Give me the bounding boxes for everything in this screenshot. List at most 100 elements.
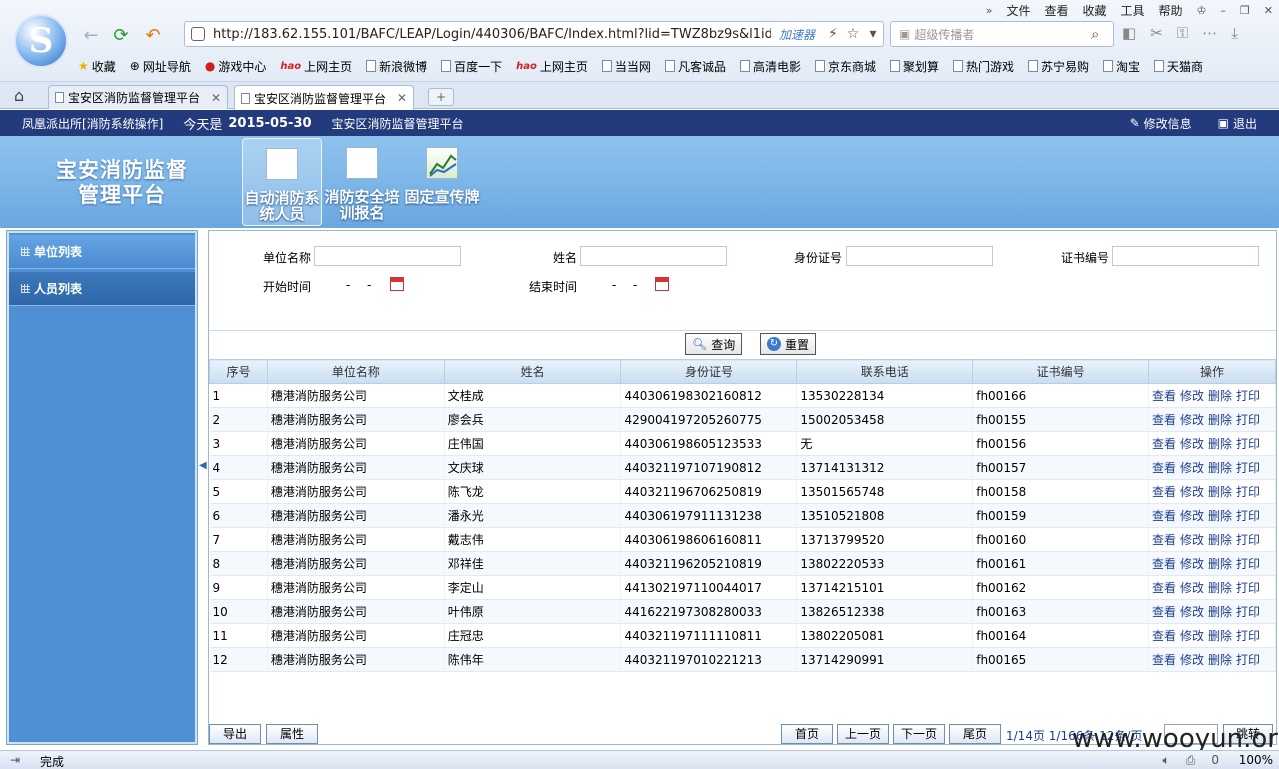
fav-link[interactable]: 京东商城 (814, 58, 876, 75)
first-page-button[interactable]: 首页 (781, 724, 833, 744)
row-action-link[interactable]: 删除 (1208, 461, 1232, 475)
row-action-link[interactable]: 打印 (1236, 557, 1260, 571)
col-header[interactable]: 联系电话 (796, 359, 974, 384)
row-action-link[interactable]: 删除 (1208, 581, 1232, 595)
row-action-link[interactable]: 修改 (1180, 653, 1204, 667)
menu-file[interactable]: 文件 (1006, 2, 1030, 19)
search-placeholder[interactable]: 超级传播者 (910, 26, 1091, 43)
minimize-icon[interactable]: – (1220, 4, 1226, 17)
row-action-link[interactable]: 删除 (1208, 413, 1232, 427)
row-action-link[interactable]: 查看 (1152, 437, 1176, 451)
bookmark-star-icon[interactable]: ☆ (843, 26, 863, 42)
row-action-link[interactable]: 打印 (1236, 581, 1260, 595)
menu-favorites[interactable]: 收藏 (1082, 2, 1106, 19)
fav-link[interactable]: hao 上网主页 (516, 58, 588, 75)
col-header[interactable]: 操作 (1147, 359, 1277, 384)
name-input[interactable] (580, 246, 727, 266)
fav-link[interactable]: 新浪微博 (366, 58, 427, 75)
new-tab-button[interactable]: + (428, 88, 454, 106)
fav-link[interactable]: ● 游戏中心 (205, 58, 267, 75)
row-action-link[interactable]: 查看 (1152, 485, 1176, 499)
properties-button[interactable]: 属性 (266, 724, 318, 744)
search-box[interactable]: ▣ 超级传播者 ⌕ (890, 21, 1114, 47)
extension-icon[interactable]: ◧ (1122, 24, 1136, 42)
row-action-link[interactable]: 删除 (1208, 509, 1232, 523)
row-action-link[interactable]: 修改 (1180, 437, 1204, 451)
query-button[interactable]: 🔍︎ 查询 (685, 333, 743, 355)
export-button[interactable]: 导出 (209, 724, 261, 744)
tab-close-icon[interactable]: ✕ (397, 91, 407, 105)
row-action-link[interactable]: 查看 (1152, 557, 1176, 571)
row-action-link[interactable]: 查看 (1152, 629, 1176, 643)
adblock-count[interactable]: 0 (1211, 753, 1219, 768)
menu-help[interactable]: 帮助 (1159, 2, 1183, 19)
col-header[interactable]: 单位名称 (266, 359, 445, 384)
col-header[interactable]: 序号 (209, 359, 268, 384)
row-action-link[interactable]: 查看 (1152, 605, 1176, 619)
tab-close-icon[interactable]: ✕ (211, 91, 221, 105)
cert-no-input[interactable] (1112, 246, 1259, 266)
module-auto-fire-staff[interactable]: 自动消防系统人员 (242, 138, 322, 226)
row-action-link[interactable]: 删除 (1208, 533, 1232, 547)
sidebar-item-unit-list[interactable]: 单位列表 (9, 235, 195, 269)
sidebar-toggle-icon[interactable]: ⇥ (10, 753, 20, 767)
next-page-button[interactable]: 下一页 (893, 724, 945, 744)
browser-tab[interactable]: 宝安区消防监督管理平台 ✕ (48, 85, 228, 109)
row-action-link[interactable]: 修改 (1180, 629, 1204, 643)
row-action-link[interactable]: 打印 (1236, 437, 1260, 451)
logout-link[interactable]: ▣ 退出 (1218, 115, 1257, 132)
fav-link[interactable]: 聚划算 (889, 58, 939, 75)
row-action-link[interactable]: 修改 (1180, 485, 1204, 499)
print-icon[interactable]: ⎙ (1186, 753, 1196, 768)
col-header[interactable]: 姓名 (443, 359, 622, 384)
row-action-link[interactable]: 删除 (1208, 605, 1232, 619)
col-header[interactable]: 身份证号 (620, 359, 798, 384)
row-action-link[interactable]: 打印 (1236, 509, 1260, 523)
module-safety-training[interactable]: 消防安全培训报名 (322, 138, 402, 226)
row-action-link[interactable]: 打印 (1236, 461, 1260, 475)
row-action-link[interactable]: 查看 (1152, 509, 1176, 523)
row-action-link[interactable]: 删除 (1208, 629, 1232, 643)
maximize-icon[interactable]: ❐ (1240, 4, 1250, 17)
row-action-link[interactable]: 删除 (1208, 557, 1232, 571)
back-arrow-icon[interactable]: ← (80, 24, 102, 46)
zoom-level[interactable]: 100% (1239, 753, 1273, 767)
row-action-link[interactable]: 打印 (1236, 533, 1260, 547)
search-icon[interactable]: ⌕ (1091, 25, 1113, 43)
row-action-link[interactable]: 删除 (1208, 653, 1232, 667)
more-icon[interactable]: ⋯ (1202, 24, 1217, 42)
row-action-link[interactable]: 查看 (1152, 413, 1176, 427)
sidebar-item-staff-list[interactable]: 人员列表 (9, 272, 195, 306)
row-action-link[interactable]: 删除 (1208, 437, 1232, 451)
scissors-icon[interactable]: ✂ (1150, 24, 1163, 42)
row-action-link[interactable]: 打印 (1236, 389, 1260, 403)
row-action-link[interactable]: 删除 (1208, 389, 1232, 403)
fav-link[interactable]: 凡客诚品 (664, 58, 726, 75)
row-action-link[interactable]: 修改 (1180, 389, 1204, 403)
fav-link[interactable]: ⊕ 网址导航 (130, 58, 191, 75)
row-action-link[interactable]: 查看 (1152, 389, 1176, 403)
last-page-button[interactable]: 尾页 (949, 724, 1001, 744)
lightning-icon[interactable]: ⚡ (823, 26, 843, 42)
dropdown-arrow-icon[interactable]: ▾ (863, 26, 883, 42)
download-icon[interactable]: ⤓ (1231, 24, 1238, 42)
fav-link[interactable]: 淘宝 (1103, 58, 1140, 75)
collapse-arrow-icon[interactable]: ◀ (199, 460, 207, 474)
refresh-icon[interactable]: ⟳ (110, 24, 132, 46)
row-action-link[interactable]: 打印 (1236, 413, 1260, 427)
skin-icon[interactable]: ♔ (1197, 4, 1207, 17)
fav-link[interactable]: hao 上网主页 (280, 58, 352, 75)
row-action-link[interactable]: 修改 (1180, 581, 1204, 595)
row-action-link[interactable]: 打印 (1236, 653, 1260, 667)
row-action-link[interactable]: 查看 (1152, 461, 1176, 475)
fav-link[interactable]: 百度一下 (441, 58, 502, 75)
row-action-link[interactable]: 打印 (1236, 485, 1260, 499)
row-action-link[interactable]: 打印 (1236, 629, 1260, 643)
browser-tab-active[interactable]: 宝安区消防监督管理平台 ✕ (234, 85, 414, 110)
row-action-link[interactable]: 查看 (1152, 581, 1176, 595)
menu-expand-icon[interactable]: » (986, 4, 993, 17)
module-fixed-signboard[interactable]: 固定宣传牌 (402, 138, 482, 226)
fav-link[interactable]: 高清电影 (739, 58, 801, 75)
row-action-link[interactable]: 查看 (1152, 653, 1176, 667)
home-icon[interactable]: ⌂ (14, 86, 24, 105)
